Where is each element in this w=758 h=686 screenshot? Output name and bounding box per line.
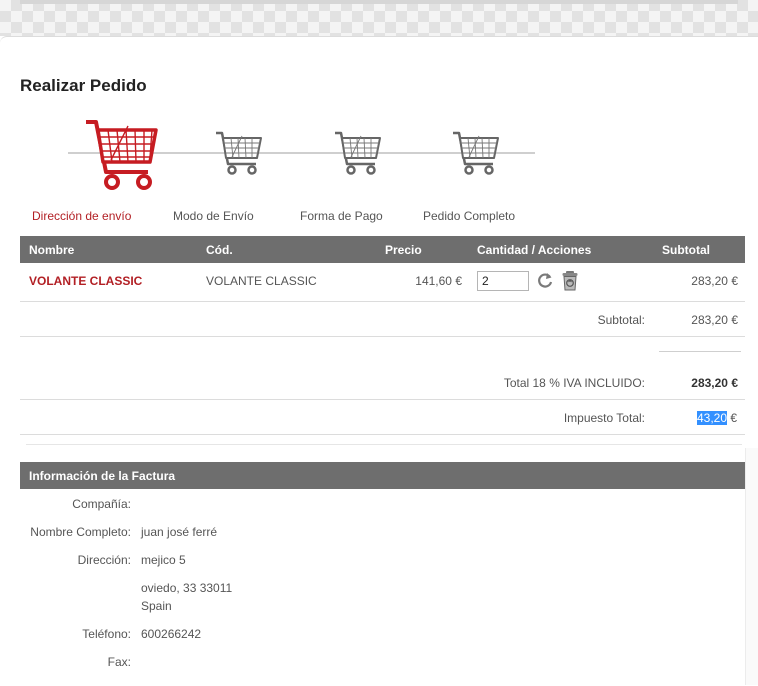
section-divider bbox=[26, 444, 742, 445]
total-divider bbox=[20, 399, 745, 400]
top-navigation-strip bbox=[0, 0, 758, 36]
page-title: Realizar Pedido bbox=[20, 76, 147, 95]
phone-value: 600266242 bbox=[141, 627, 202, 641]
total-rule bbox=[659, 351, 741, 352]
step-payment-method: Forma de Pago bbox=[300, 209, 383, 223]
row-divider bbox=[20, 301, 745, 302]
step-shipping-method: Modo de Envío bbox=[173, 209, 254, 223]
header-subtotal: Subtotal bbox=[662, 243, 710, 257]
step-4-cart-icon bbox=[452, 130, 500, 176]
step-order-complete: Pedido Completo bbox=[423, 209, 516, 223]
tax-total-value: 43,20 € bbox=[697, 411, 737, 425]
subtotal-label: Subtotal: bbox=[597, 313, 645, 327]
top-nav-bar bbox=[20, 0, 738, 4]
scrollbar[interactable] bbox=[745, 448, 758, 685]
address-line-2: oviedo, 33 33011 bbox=[141, 581, 233, 595]
billing-info-title: Información de la Factura bbox=[29, 469, 176, 483]
header-quantity-actions: Cantidad / Acciones bbox=[477, 243, 592, 257]
tax-divider bbox=[20, 434, 745, 435]
step-3-cart-icon bbox=[334, 130, 382, 176]
product-price: 141,60 € bbox=[415, 274, 462, 288]
total-vat-label: Total 18 % IVA INCLUIDO: bbox=[503, 376, 645, 390]
fullname-label: Nombre Completo: bbox=[30, 525, 131, 539]
product-subtotal: 283,20 € bbox=[691, 274, 738, 288]
billing-info-header: Información de la Factura bbox=[20, 462, 745, 489]
cart-table-header: Nombre Cód. Precio Cantidad / Acciones S… bbox=[20, 236, 745, 263]
tax-total-label: Impuesto Total: bbox=[563, 411, 645, 425]
trash-icon[interactable] bbox=[561, 270, 579, 291]
product-code: VOLANTE CLASSIC bbox=[206, 274, 317, 288]
tax-total-currency: € bbox=[727, 411, 738, 425]
header-name: Nombre bbox=[29, 243, 75, 257]
address-line-1: mejico 5 bbox=[141, 553, 186, 567]
fullname-value: juan josé ferré bbox=[141, 525, 218, 539]
address-label: Dirección: bbox=[77, 553, 131, 567]
header-price: Precio bbox=[385, 243, 422, 257]
tax-total-number: 43,20 bbox=[697, 411, 728, 425]
step-2-cart-icon bbox=[215, 130, 263, 176]
refresh-icon[interactable] bbox=[536, 271, 554, 291]
subtotal-value: 283,20 € bbox=[691, 313, 738, 327]
step-shipping-address[interactable]: Dirección de envío bbox=[32, 209, 131, 223]
quantity-input[interactable] bbox=[477, 271, 529, 291]
phone-label: Teléfono: bbox=[82, 627, 131, 641]
header-code: Cód. bbox=[206, 243, 233, 257]
subtotal-divider bbox=[20, 336, 745, 337]
fax-label: Fax: bbox=[107, 655, 131, 669]
address-line-3: Spain bbox=[141, 599, 172, 613]
company-label: Compañía: bbox=[72, 497, 131, 511]
total-vat-value: 283,20 € bbox=[691, 376, 738, 390]
step-1-active-cart-icon bbox=[84, 116, 160, 192]
product-name-link[interactable]: VOLANTE CLASSIC bbox=[29, 274, 142, 288]
